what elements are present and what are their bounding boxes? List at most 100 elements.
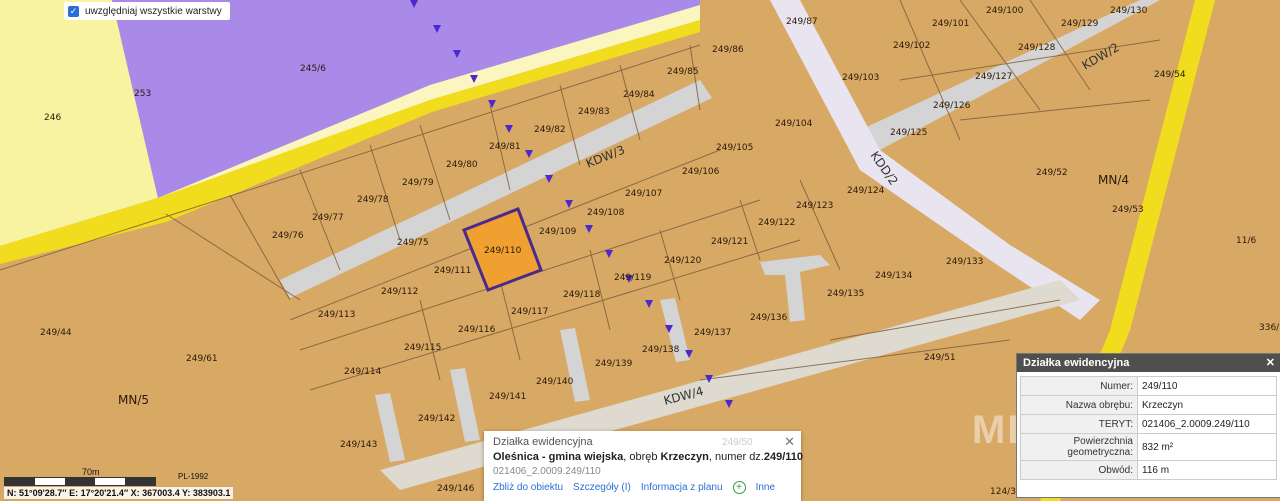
parcel-label: 249/84 xyxy=(623,90,655,100)
parcel-label: 249/103 xyxy=(842,73,879,83)
table-row: Numer: 249/110 xyxy=(1020,376,1277,396)
parcel-label: 249/138 xyxy=(642,345,680,355)
parcel-label: 249/126 xyxy=(933,101,971,111)
parcel-label: 249/137 xyxy=(694,328,731,338)
parcel-label: 249/61 xyxy=(186,354,218,364)
all-layers-toggle[interactable]: ✓ uwzględniaj wszystkie warstwy xyxy=(64,2,230,20)
popup-obreb: Krzeczyn xyxy=(660,451,709,463)
panel-title: Działka ewidencyjna xyxy=(1023,357,1130,369)
popup-title: Działka ewidencyjna xyxy=(493,436,593,448)
parcel-label: 249/79 xyxy=(402,178,434,188)
parcel-label: 249/129 xyxy=(1061,19,1099,29)
parcel-label: 253 xyxy=(134,89,151,99)
checkbox-checked-icon[interactable]: ✓ xyxy=(68,5,79,17)
parcel-label: 249/100 xyxy=(986,6,1024,16)
parcel-label: 249/54 xyxy=(1154,70,1186,80)
parcel-label: 336/1 xyxy=(1259,323,1280,333)
zone-label-mn4: MN/4 xyxy=(1098,173,1129,187)
parcel-label: 249/118 xyxy=(563,290,601,300)
parcel-label: 249/87 xyxy=(786,17,818,27)
row-value: Krzeczyn xyxy=(1137,395,1277,415)
parcel-label: 249/134 xyxy=(875,271,913,281)
info-table: Numer: 249/110 Nazwa obrębu: Krzeczyn TERY… xyxy=(1020,376,1277,480)
parcel-label: 249/117 xyxy=(511,307,548,317)
popup-links: Zbliż do obiektu Szczegóły (I) Informacj… xyxy=(493,481,775,494)
popup-numer: 249/110 xyxy=(763,451,804,463)
parcel-label: 249/106 xyxy=(682,167,720,177)
parcel-label: 249/52 xyxy=(1036,168,1068,178)
parcel-label: 249/105 xyxy=(716,143,753,153)
parcel-label: 249/141 xyxy=(489,392,526,402)
parcel-label: 11/6 xyxy=(1236,236,1256,246)
popup-place: Oleśnica - gmina wiejska xyxy=(493,451,624,463)
row-key: Numer: xyxy=(1020,376,1138,396)
parcel-label: 249/102 xyxy=(893,41,930,51)
parcel-label: 249/116 xyxy=(458,325,496,335)
parcel-label: 249/120 xyxy=(664,256,702,266)
parcel-label: 249/114 xyxy=(344,367,382,377)
parcel-label: 249/112 xyxy=(381,287,418,297)
parcel-label: 249/123 xyxy=(796,201,833,211)
zone-label-mn5: MN/5 xyxy=(118,393,149,407)
parcel-label: 249/107 xyxy=(625,189,662,199)
parcel-label: 245/6 xyxy=(300,64,326,74)
popup-ghost-label: 249/50 xyxy=(722,437,753,448)
parcel-label: 249/77 xyxy=(312,213,344,223)
plan-info-link[interactable]: Informacja z planu xyxy=(641,482,723,493)
parcel-label: 249/146 xyxy=(437,484,475,494)
scale-graphic xyxy=(4,477,156,486)
scale-distance: 70m xyxy=(82,467,100,477)
parcel-label: 249/130 xyxy=(1110,6,1148,16)
parcel-label: 249/140 xyxy=(536,377,574,387)
parcel-label: 249/104 xyxy=(775,119,813,129)
plus-circle-icon[interactable]: + xyxy=(732,481,746,494)
row-key: Nazwa obrębu: xyxy=(1020,395,1138,415)
parcel-label: 249/75 xyxy=(397,238,429,248)
coordinate-readout: N: 51°09'28.7″ E: 17°20'21.4″ X: 367003.… xyxy=(4,487,234,499)
parcel-label: 246 xyxy=(44,113,61,123)
parcel-label: 249/80 xyxy=(446,160,478,170)
parcel-label: 249/143 xyxy=(340,440,377,450)
other-link[interactable]: Inne xyxy=(756,482,775,493)
parcel-label: 249/82 xyxy=(534,125,566,135)
zoom-to-object-link[interactable]: Zbliż do obiektu xyxy=(493,482,563,493)
parcel-label: 249/108 xyxy=(587,208,625,218)
parcel-label: 249/133 xyxy=(946,257,983,267)
table-row: Obwód: 116 m xyxy=(1020,460,1277,480)
parcel-label: 249/81 xyxy=(489,142,521,152)
parcel-label: 249/119 xyxy=(614,273,652,283)
parcel-label: 249/51 xyxy=(924,353,956,363)
popup-parcel-summary: Oleśnica - gmina wiejska, obręb Krzeczyn… xyxy=(493,451,804,463)
parcel-label: 249/128 xyxy=(1018,43,1056,53)
row-value: 021406_2.0009.249/110 xyxy=(1137,414,1277,434)
all-layers-label: uwzględniaj wszystkie warstwy xyxy=(85,5,222,17)
parcel-label: 249/113 xyxy=(318,310,355,320)
table-row: Nazwa obrębu: Krzeczyn xyxy=(1020,395,1277,415)
scale-bar: 70m PL-1992 N: 51°09'28.7″ E: 17°20'21.4… xyxy=(4,467,244,500)
row-value: 116 m xyxy=(1137,460,1277,480)
row-key: Powierzchnia geometryczna: xyxy=(1020,433,1138,461)
parcel-label: 249/139 xyxy=(595,359,633,369)
close-icon[interactable]: ✕ xyxy=(784,434,795,450)
parcel-label-selected: 249/110 xyxy=(484,246,522,256)
parcel-label: 249/85 xyxy=(667,67,699,77)
table-row: TERYT: 021406_2.0009.249/110 xyxy=(1020,414,1277,434)
parcel-label: 249/136 xyxy=(750,313,788,323)
panel-header: Działka ewidencyjna ✕ xyxy=(1017,354,1280,372)
row-key: Obwód: xyxy=(1020,460,1138,480)
parcel-label: 249/125 xyxy=(890,128,927,138)
parcel-label: 249/142 xyxy=(418,414,455,424)
details-link[interactable]: Szczegóły (I) xyxy=(573,482,631,493)
parcel-popup: Działka ewidencyjna 249/50 ✕ Oleśnica - … xyxy=(484,431,804,501)
parcel-label: 249/122 xyxy=(758,218,795,228)
table-row: Powierzchnia geometryczna: 832 m² xyxy=(1020,433,1277,461)
parcel-label: 249/78 xyxy=(357,195,389,205)
parcel-label: 249/124 xyxy=(847,186,885,196)
parcel-label: 249/115 xyxy=(404,343,441,353)
close-icon[interactable]: ✕ xyxy=(1266,354,1275,372)
scale-crs: PL-1992 xyxy=(178,472,209,481)
parcel-label: 249/44 xyxy=(40,328,72,338)
row-value: 249/110 xyxy=(1137,376,1277,396)
row-value: 832 m² xyxy=(1137,433,1277,461)
popup-teryt: 021406_2.0009.249/110 xyxy=(493,466,601,477)
